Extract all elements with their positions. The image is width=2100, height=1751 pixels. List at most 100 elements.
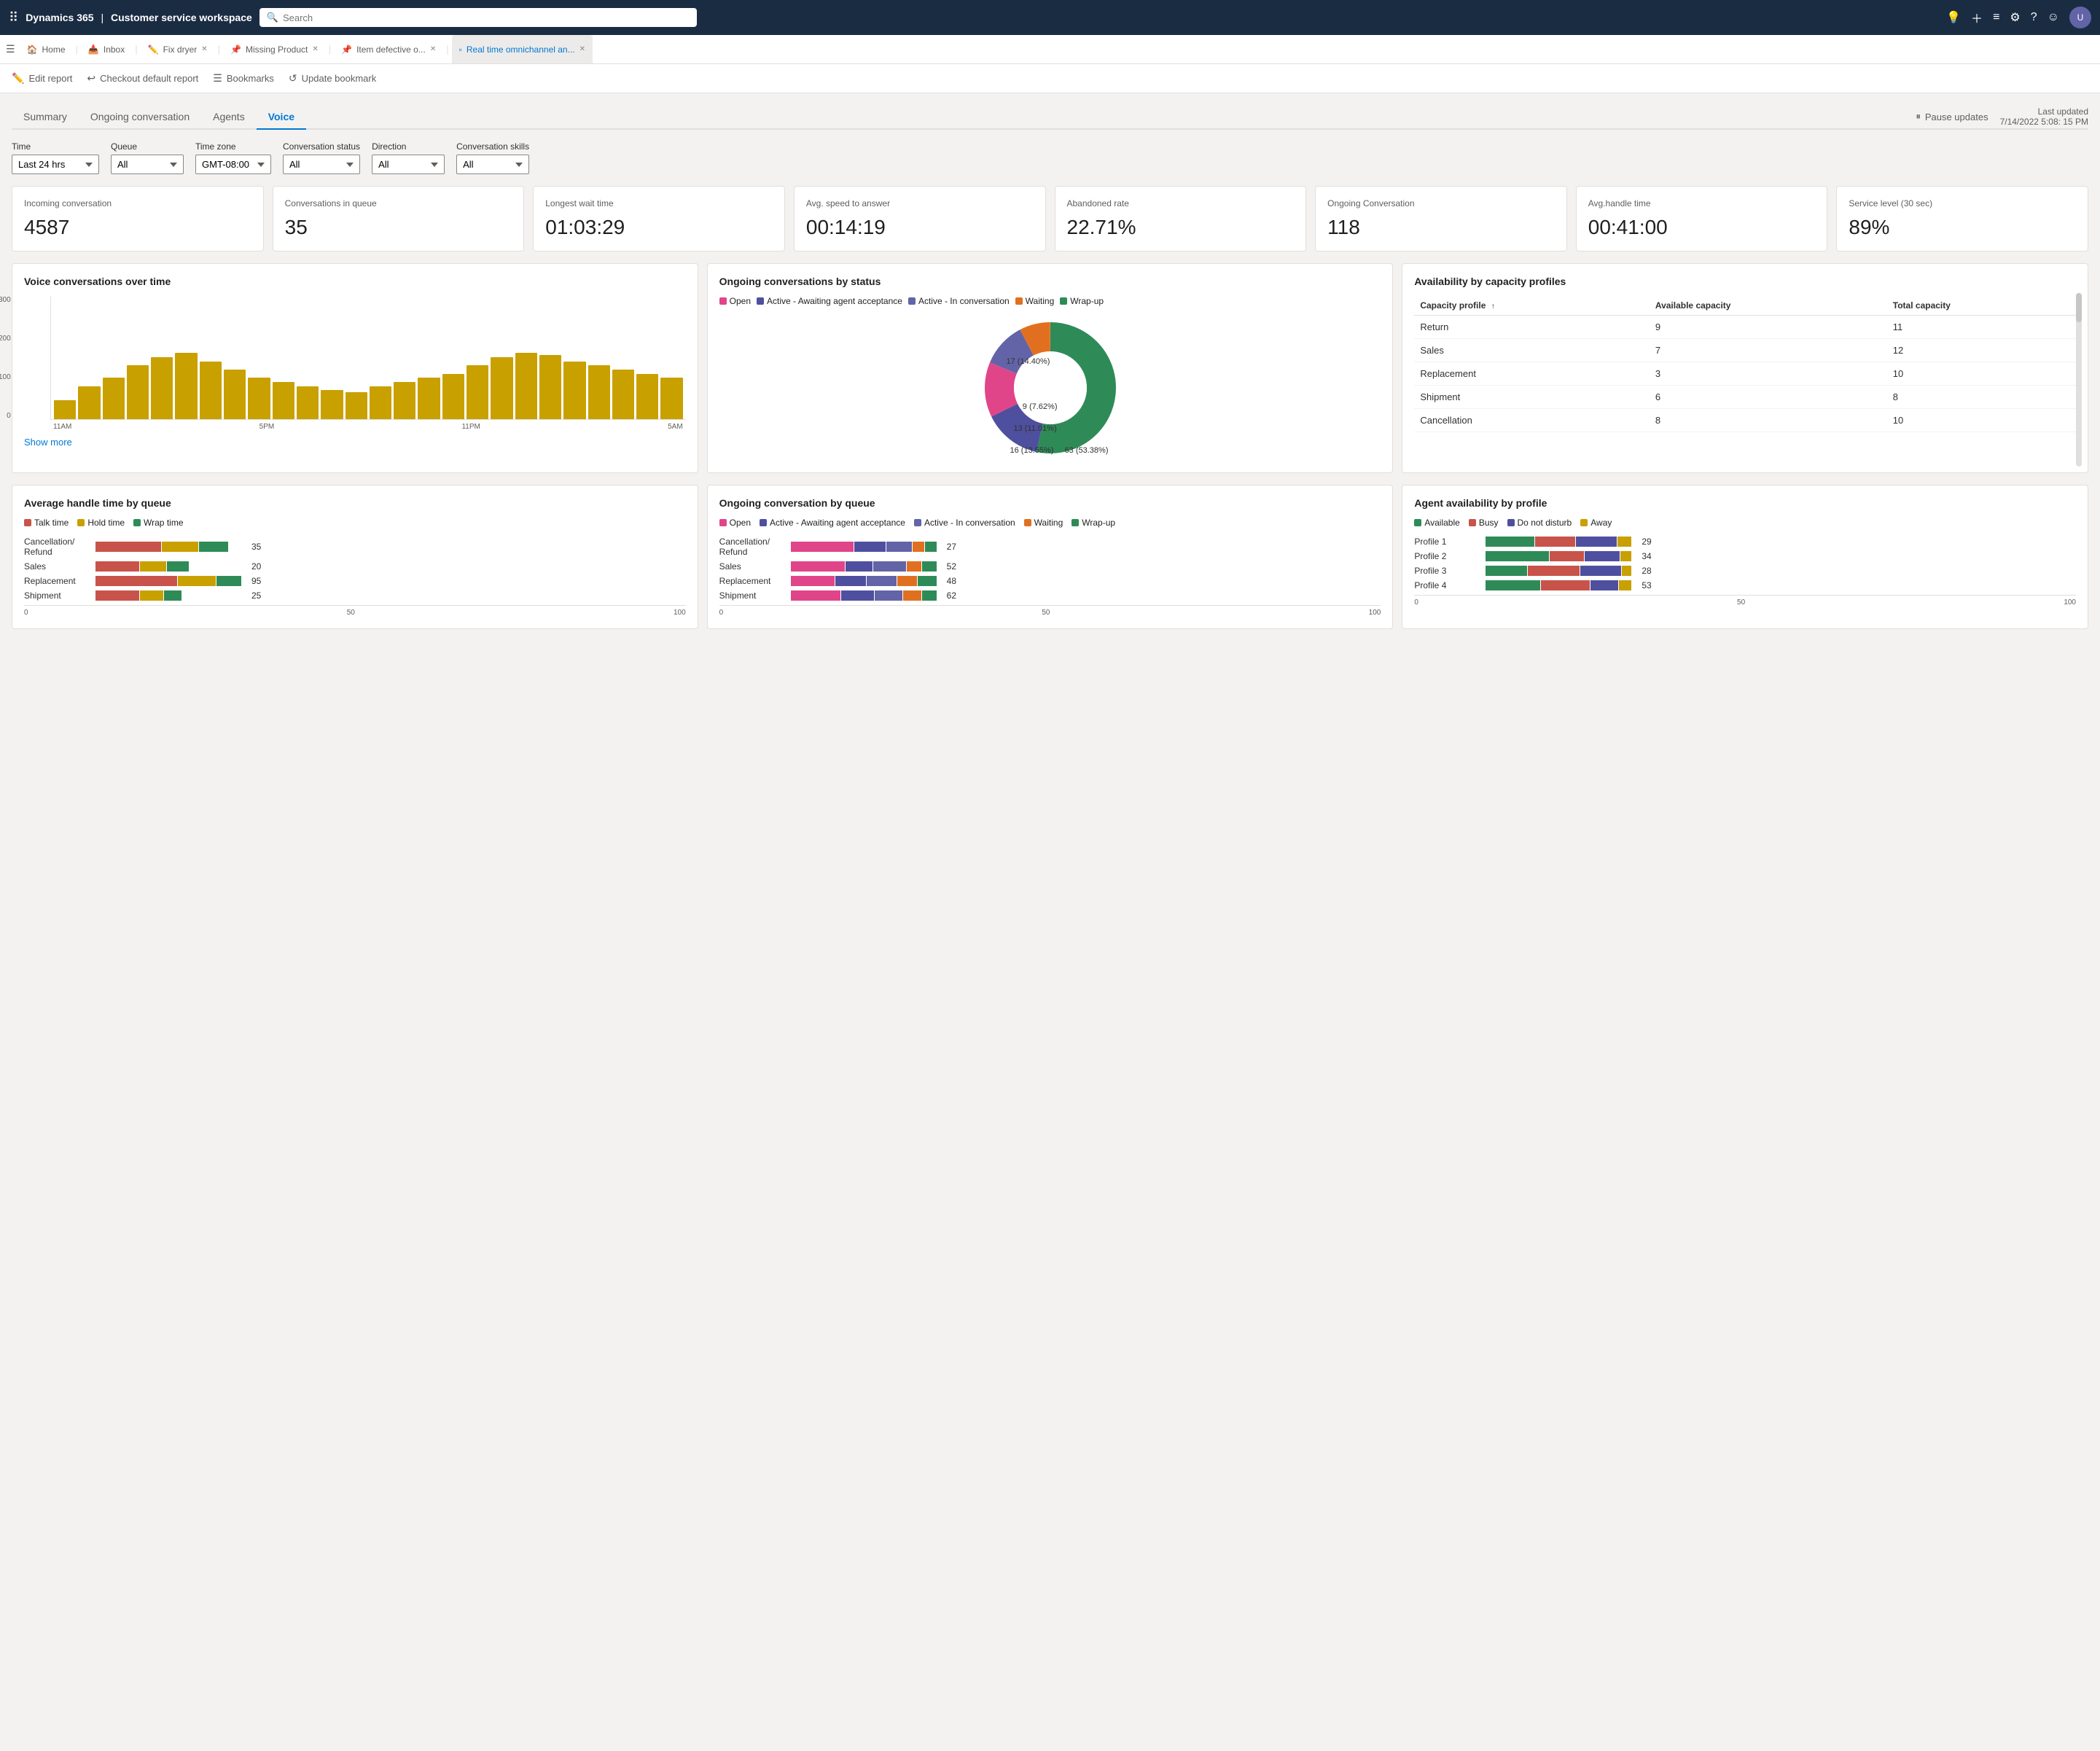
- charts-row-1: Voice conversations over time 300 200 10…: [12, 263, 2088, 473]
- tab-item-defective[interactable]: 📌 Item defective o... ✕: [334, 35, 443, 63]
- kpi-abandoned: Abandoned rate 22.71%: [1055, 186, 1307, 251]
- oq-sales: Sales 52: [719, 561, 1381, 572]
- voice-bar: [612, 370, 634, 419]
- queue-filter: Queue All: [111, 141, 184, 174]
- action-bar: ✏️ Edit report ↩ Checkout default report…: [0, 64, 2100, 93]
- time-select[interactable]: Last 24 hrs Last 7 days Last 30 days: [12, 155, 99, 174]
- last-updated: Last updated 7/14/2022 5:08: 15 PM: [2000, 106, 2088, 127]
- agent-availability-chart: Agent availability by profile Available …: [1402, 485, 2088, 629]
- tab-summary[interactable]: Summary: [12, 105, 79, 130]
- voice-time-chart: Voice conversations over time 300 200 10…: [12, 263, 698, 473]
- kpi-in-queue: Conversations in queue 35: [273, 186, 525, 251]
- tab-agents[interactable]: Agents: [201, 105, 257, 130]
- voice-bar: [515, 353, 537, 419]
- voice-bar: [563, 362, 585, 419]
- avatar[interactable]: U: [2069, 7, 2091, 28]
- timezone-select[interactable]: GMT-08:00: [195, 155, 271, 174]
- aa-x-axis: 0 50 100: [1414, 595, 2076, 607]
- nav-tabs: Summary Ongoing conversation Agents Voic…: [12, 105, 2088, 130]
- timezone-filter: Time zone GMT-08:00: [195, 141, 271, 174]
- voice-bar: [346, 392, 367, 419]
- voice-bar: [175, 353, 197, 419]
- edit-icon: ✏️: [12, 72, 24, 85]
- add-icon[interactable]: ＋: [1971, 9, 1983, 26]
- tab-inbox[interactable]: 📥 Inbox: [81, 35, 132, 63]
- hbar-shipment: Shipment 25: [24, 590, 686, 601]
- hbar-replacement: Replacement 95: [24, 576, 686, 586]
- voice-bar: [103, 378, 125, 419]
- conv-status-select[interactable]: All: [283, 155, 360, 174]
- voice-bar: [660, 378, 682, 419]
- agent-avail-legend: Available Busy Do not disturb Away: [1414, 518, 2076, 528]
- tab-ongoing-conv[interactable]: Ongoing conversation: [79, 105, 201, 130]
- search-icon: 🔍: [267, 12, 278, 23]
- direction-select[interactable]: All: [372, 155, 445, 174]
- pin-icon: 📌: [230, 44, 241, 55]
- conv-status-filter: Conversation status All: [283, 141, 360, 174]
- top-nav-icons: 💡 ＋ ≡ ⚙ ? ☺ U: [1946, 7, 2091, 28]
- face-icon[interactable]: ☺: [2048, 11, 2059, 24]
- kpi-avg-speed: Avg. speed to answer 00:14:19: [794, 186, 1046, 251]
- tab-missing-product[interactable]: 📌 Missing Product ✕: [223, 35, 326, 63]
- close-missing-product[interactable]: ✕: [312, 45, 318, 53]
- voice-bar: [151, 357, 173, 419]
- edit-report-action[interactable]: ✏️ Edit report: [12, 72, 72, 85]
- show-more-link[interactable]: Show more: [24, 437, 72, 448]
- home-icon: 🏠: [27, 44, 38, 55]
- oq-x-axis: 0 50 100: [719, 605, 1381, 617]
- legend-open: Open: [719, 296, 751, 306]
- hbar-sales: Sales 20: [24, 561, 686, 572]
- legend-active-awaiting: Active - Awaiting agent acceptance: [757, 296, 902, 306]
- bottom-charts-row: Average handle time by queue Talk time H…: [12, 485, 2088, 629]
- aa-profile2: Profile 2 34: [1414, 551, 2076, 561]
- col-profile: Capacity profile ↑: [1414, 296, 1650, 316]
- help-icon[interactable]: ?: [2031, 11, 2037, 24]
- notification-icon[interactable]: 💡: [1946, 10, 1961, 25]
- tab-realtime[interactable]: ▫ Real time omnichannel an... ✕: [452, 35, 593, 63]
- voice-bar: [442, 374, 464, 419]
- sidebar-toggle-icon[interactable]: ☰: [6, 43, 15, 55]
- legend-wrap-up: Wrap-up: [1060, 296, 1104, 306]
- tab-voice[interactable]: Voice: [257, 105, 306, 130]
- bookmarks-action[interactable]: ☰ Bookmarks: [213, 72, 274, 85]
- col-available: Available capacity: [1650, 296, 1887, 316]
- app-brand: Dynamics 365 | Customer service workspac…: [26, 12, 252, 23]
- donut-legend: Open Active - Awaiting agent acceptance …: [719, 296, 1381, 306]
- aa-profile1: Profile 1 29: [1414, 537, 2076, 547]
- conv-skills-select[interactable]: All: [456, 155, 529, 174]
- x-axis-labels: 11AM 5PM 11PM 5AM: [50, 423, 686, 431]
- tab-fix-dryer[interactable]: ✏️ Fix dryer ✕: [141, 35, 215, 63]
- close-realtime[interactable]: ✕: [579, 45, 585, 53]
- app-menu-icon[interactable]: ⠿: [9, 10, 18, 26]
- aa-profile3: Profile 3 28: [1414, 566, 2076, 576]
- close-item-defective[interactable]: ✕: [430, 45, 436, 53]
- col-total: Total capacity: [1887, 296, 2076, 316]
- voice-bar: [273, 382, 294, 419]
- kpi-ongoing: Ongoing Conversation 118: [1315, 186, 1567, 251]
- voice-bar: [297, 386, 319, 419]
- bookmarks-icon: ☰: [213, 72, 222, 85]
- kpi-row: Incoming conversation 4587 Conversations…: [12, 186, 2088, 251]
- filters-row: Time Last 24 hrs Last 7 days Last 30 day…: [12, 141, 2088, 174]
- pause-updates-button[interactable]: ⏸ Pause updates: [1916, 111, 1988, 122]
- search-bar[interactable]: 🔍: [259, 8, 697, 27]
- avg-handle-x-axis: 0 50 100: [24, 605, 686, 617]
- menu-icon[interactable]: ≡: [1993, 11, 1999, 24]
- voice-bar: [467, 365, 488, 419]
- kpi-service-level: Service level (30 sec) 89%: [1836, 186, 2088, 251]
- close-fix-dryer[interactable]: ✕: [201, 45, 207, 53]
- availability-profiles-chart: Availability by capacity profiles Capaci…: [1402, 263, 2088, 473]
- ongoing-queue-chart: Ongoing conversation by queue Open Activ…: [707, 485, 1394, 629]
- voice-bar: [588, 365, 610, 419]
- search-input[interactable]: [283, 12, 690, 23]
- table-row: Sales 7 12: [1414, 338, 2076, 362]
- sort-icon[interactable]: ↑: [1491, 303, 1495, 311]
- settings-icon[interactable]: ⚙: [2010, 10, 2020, 25]
- tab-home[interactable]: 🏠 Home: [20, 35, 73, 63]
- update-bookmark-action[interactable]: ↺ Update bookmark: [289, 72, 376, 85]
- checkout-default-action[interactable]: ↩ Checkout default report: [87, 72, 198, 85]
- donut-chart-area: 9 (7.62%) 13 (11.01%) 16 (13.55%) 17 (14…: [719, 315, 1381, 461]
- queue-select[interactable]: All: [111, 155, 184, 174]
- top-navigation: ⠿ Dynamics 365 | Customer service worksp…: [0, 0, 2100, 35]
- voice-bar: [78, 386, 100, 419]
